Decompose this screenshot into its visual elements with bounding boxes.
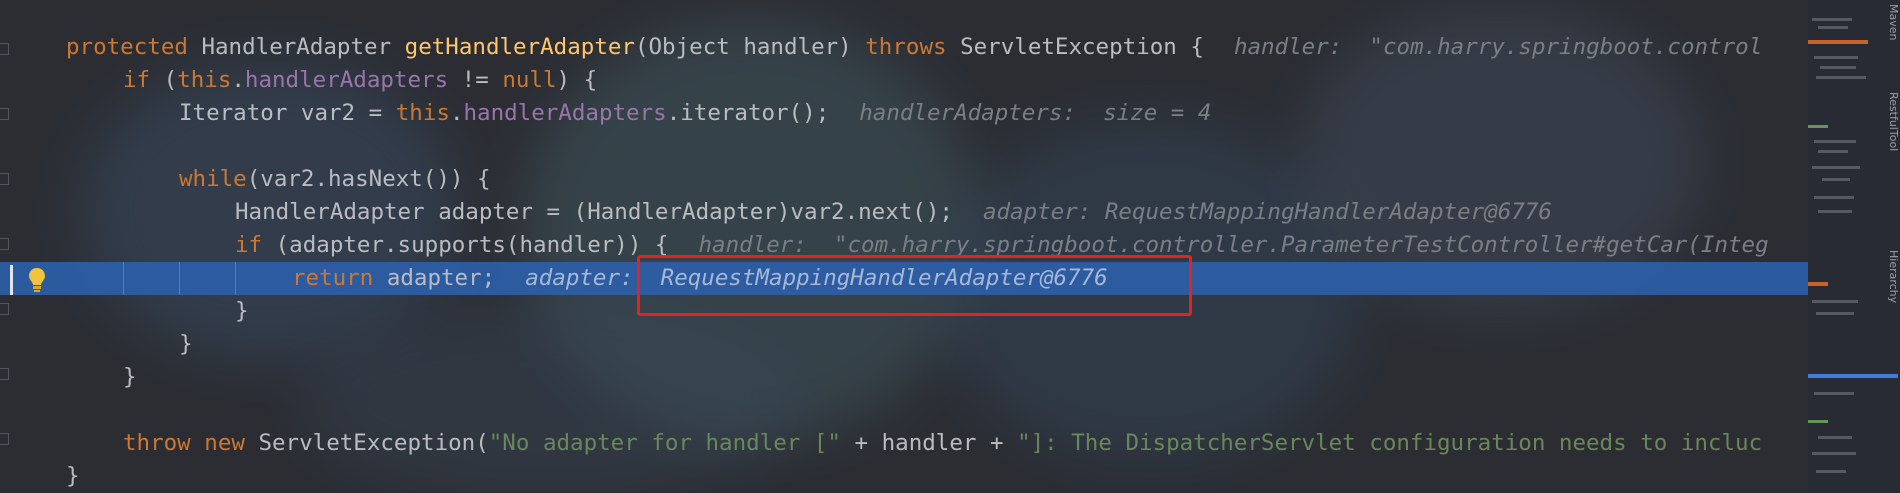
minimap-marker	[1816, 312, 1854, 315]
code-line[interactable]	[0, 130, 1808, 163]
annotation-highlight-box	[637, 255, 1192, 316]
code-line[interactable]: if (this.handlerAdapters != null) {	[0, 64, 1808, 97]
code-token: HandlerAdapter	[201, 34, 405, 60]
minimap-marker	[1814, 392, 1854, 395]
code-line[interactable]: Iterator var2 = this.handlerAdapters.ite…	[0, 97, 1808, 130]
code-token: while	[179, 166, 247, 192]
code-token: if	[235, 232, 276, 258]
indent-guide	[123, 262, 124, 295]
code-token: (adapter.supports(handler)) {	[275, 232, 669, 258]
code-line[interactable]: HandlerAdapter adapter = (HandlerAdapter…	[0, 196, 1808, 229]
code-token: ServletException(	[258, 430, 489, 456]
code-token: .iterator();	[666, 100, 830, 126]
minimap-marker	[1808, 282, 1828, 286]
minimap-marker	[1808, 125, 1828, 128]
minimap-marker	[1814, 196, 1854, 199]
code-token: }	[235, 298, 249, 324]
minimap-marker	[1816, 76, 1866, 79]
side-tab-maven[interactable]: Maven	[1886, 4, 1900, 40]
minimap-marker	[1822, 178, 1850, 181]
code-token: handlerAdapters	[463, 100, 667, 126]
minimap-marker	[1808, 374, 1898, 378]
code-token: ServletException {	[960, 34, 1204, 60]
code-token: throw	[123, 430, 205, 456]
lightbulb-icon[interactable]	[27, 266, 47, 294]
indent-guide	[179, 262, 180, 295]
code-token: + handler +	[840, 430, 1018, 456]
code-token: }	[66, 463, 80, 489]
code-token: this	[395, 100, 450, 126]
code-line[interactable]: }	[0, 361, 1808, 394]
code-token: return	[292, 265, 387, 291]
code-token: protected	[66, 34, 202, 60]
execution-point-marker	[10, 265, 13, 295]
minimap-marker	[1812, 18, 1852, 21]
code-line[interactable]	[0, 394, 1808, 427]
code-token: handlerAdapters	[244, 67, 449, 93]
code-token: ) {	[556, 67, 598, 93]
code-token: Iterator var2 =	[179, 100, 396, 126]
code-editor[interactable]: protected HandlerAdapter getHandlerAdapt…	[0, 0, 1808, 492]
code-line[interactable]: while(var2.hasNext()) {	[0, 163, 1808, 196]
code-line[interactable]: }	[0, 460, 1808, 493]
debugger-inline-value: adapter: RequestMappingHandlerAdapter@67…	[982, 199, 1552, 225]
code-token: getHandlerAdapter	[404, 34, 635, 60]
code-token: }	[179, 331, 193, 357]
code-token: !=	[448, 67, 503, 93]
minimap-marker	[1814, 56, 1858, 59]
minimap-marker	[1816, 470, 1846, 473]
code-token: this	[177, 67, 232, 93]
code-token: null	[502, 67, 557, 93]
code-token: if	[123, 67, 164, 93]
code-token: "]: The DispatcherServlet configuration …	[1017, 430, 1763, 456]
side-tab-hierarchy[interactable]: Hierarchy	[1886, 250, 1900, 303]
minimap-marker	[1818, 436, 1852, 439]
code-token: HandlerAdapter adapter = (HandlerAdapter…	[235, 199, 953, 225]
code-line[interactable]: }	[0, 328, 1808, 361]
minimap-marker	[1812, 452, 1856, 455]
minimap-marker	[1808, 420, 1828, 423]
code-token: new	[204, 430, 259, 456]
code-token: adapter;	[386, 265, 496, 291]
minimap-marker	[1818, 26, 1848, 29]
debugger-inline-value: handler: "com.harry.springboot.control	[1233, 34, 1763, 60]
minimap-marker	[1818, 150, 1848, 153]
minimap-marker	[1808, 40, 1868, 44]
code-token: (	[163, 67, 178, 93]
indent-guide	[235, 262, 236, 295]
code-token: .	[449, 100, 464, 126]
code-token: "No adapter for handler ["	[488, 430, 841, 456]
code-token: (Object handler)	[634, 34, 866, 60]
code-token: }	[123, 364, 137, 390]
code-token: throws	[865, 34, 961, 60]
minimap-marker	[1820, 66, 1856, 69]
minimap-marker	[1818, 210, 1852, 213]
code-line[interactable]: throw new ServletException("No adapter f…	[0, 427, 1808, 460]
code-token: .	[231, 67, 245, 93]
minimap-marker	[1812, 166, 1860, 169]
minimap-marker	[1814, 140, 1856, 143]
code-token: (var2.hasNext()) {	[246, 166, 491, 192]
minimap-marker	[1812, 300, 1858, 303]
code-line[interactable]: protected HandlerAdapter getHandlerAdapt…	[0, 31, 1808, 64]
debugger-inline-value: handlerAdapters: size = 4	[859, 100, 1212, 126]
side-tab-restfultool[interactable]: RestfulTool	[1886, 92, 1900, 151]
editor-scrollbar-minimap[interactable]: Maven RestfulTool Hierarchy	[1808, 0, 1900, 492]
